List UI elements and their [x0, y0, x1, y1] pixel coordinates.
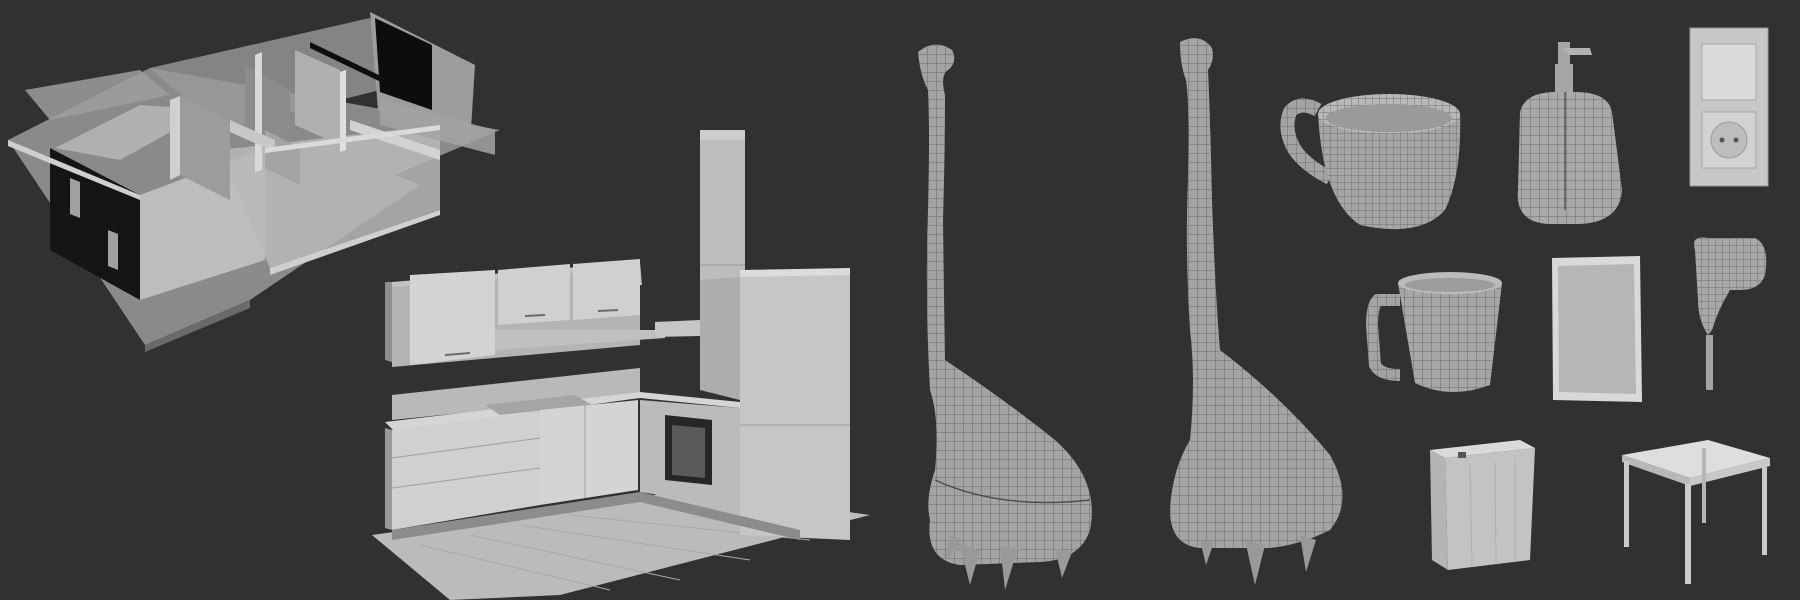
teacup-model[interactable]	[1280, 94, 1461, 230]
laundry-bin-model[interactable]	[1430, 440, 1535, 570]
loch-ness-ladle-side-model[interactable]	[1170, 38, 1343, 585]
picture-frame-model[interactable]	[1552, 256, 1642, 402]
loch-ness-ladle-front-model[interactable]	[918, 44, 1092, 590]
hair-dryer-model[interactable]	[1693, 237, 1767, 391]
soap-dispenser-model[interactable]	[1517, 42, 1622, 224]
kitchen-set-model[interactable]	[372, 130, 870, 600]
mug-model[interactable]	[1365, 272, 1502, 393]
light-switch-socket-model[interactable]	[1689, 27, 1769, 187]
3d-viewport[interactable]	[0, 0, 1800, 600]
side-table-model[interactable]	[1622, 440, 1770, 584]
